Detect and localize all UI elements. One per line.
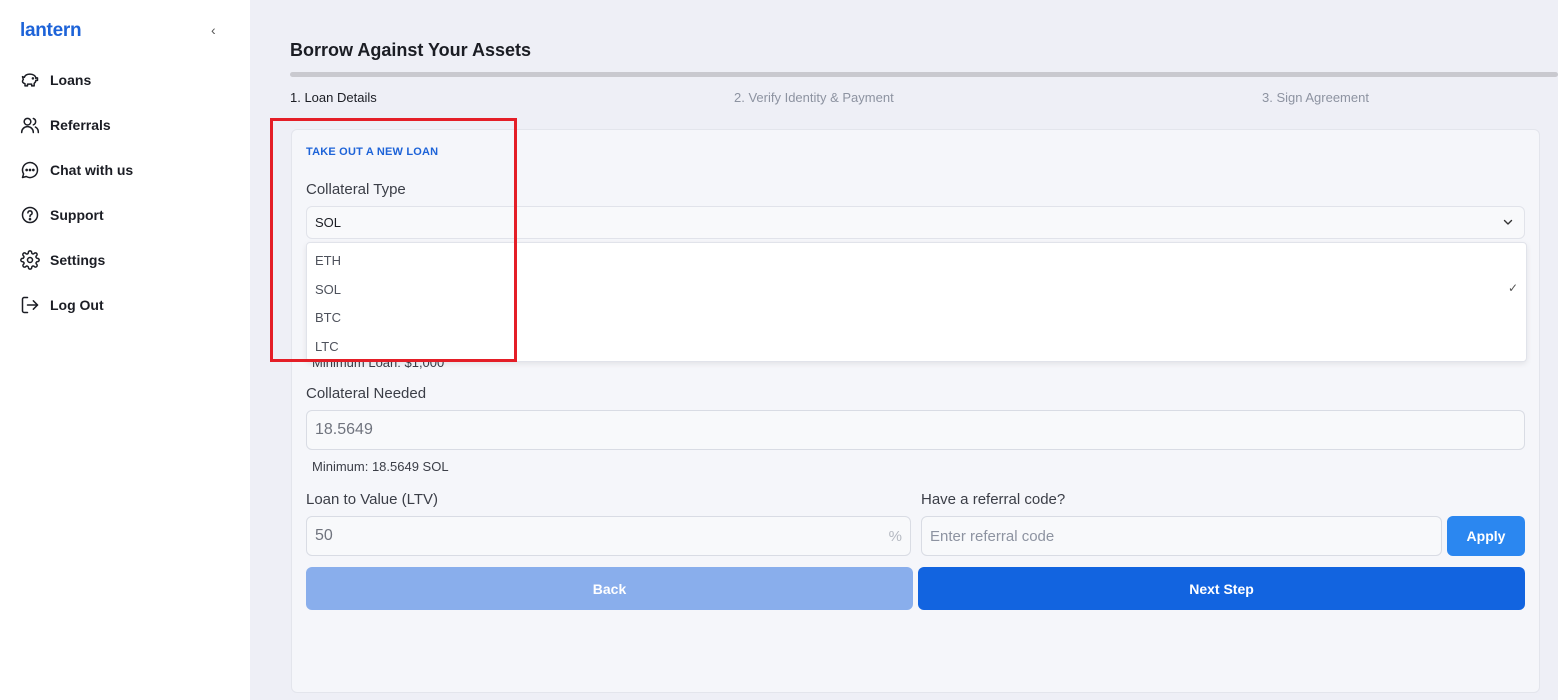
sidebar-item-label: Settings	[50, 252, 106, 268]
percent-suffix: %	[888, 528, 902, 545]
logout-icon	[20, 295, 40, 315]
app-logo[interactable]: lantern	[20, 20, 82, 42]
collateral-type-label: Collateral Type	[306, 181, 406, 198]
sidebar-item-label: Log Out	[50, 297, 104, 313]
sidebar-item-logout[interactable]: Log Out	[20, 291, 230, 319]
sidebar: lantern ‹ Loans Referrals Chat with us S…	[0, 0, 250, 700]
sidebar-item-label: Chat with us	[50, 162, 134, 178]
referral-label: Have a referral code?	[921, 491, 1066, 508]
sidebar-nav: Loans Referrals Chat with us Support Set…	[20, 66, 230, 336]
sidebar-item-label: Support	[50, 207, 104, 223]
apply-referral-button[interactable]: Apply	[1447, 516, 1525, 556]
sidebar-item-referrals[interactable]: Referrals	[20, 111, 230, 139]
back-button[interactable]: Back	[306, 567, 913, 610]
ltv-input[interactable]: 50 %	[306, 516, 911, 556]
chat-bubble-icon	[20, 160, 40, 180]
help-circle-icon	[20, 205, 40, 225]
collateral-type-value: SOL	[315, 215, 342, 230]
ltv-value: 50	[315, 527, 333, 544]
referral-code-input[interactable]: Enter referral code	[921, 516, 1442, 556]
step-verify-identity: 2. Verify Identity & Payment	[734, 90, 894, 105]
dropdown-option-eth[interactable]: ETH	[315, 253, 341, 268]
collateral-minimum-hint: Minimum: 18.5649 SOL	[312, 459, 449, 474]
step-sign-agreement: 3. Sign Agreement	[1262, 90, 1369, 105]
step-progress-bar	[290, 72, 1558, 77]
collateral-needed-label: Collateral Needed	[306, 385, 427, 402]
sidebar-item-loans[interactable]: Loans	[20, 66, 230, 94]
collateral-needed-input[interactable]: 18.5649	[306, 410, 1525, 450]
sidebar-item-support[interactable]: Support	[20, 201, 230, 229]
dropdown-option-sol[interactable]: SOL	[315, 282, 341, 297]
sidebar-item-label: Referrals	[50, 117, 111, 133]
piggy-bank-icon	[20, 70, 40, 90]
step-loan-details: 1. Loan Details	[290, 90, 377, 105]
gear-icon	[20, 250, 40, 270]
sidebar-item-label: Loans	[50, 72, 92, 88]
dropdown-option-ltc[interactable]: LTC	[315, 339, 339, 354]
collateral-type-dropdown: ETH SOL BTC LTC ✓	[306, 242, 1527, 362]
users-icon	[20, 115, 40, 135]
dropdown-option-btc[interactable]: BTC	[315, 310, 341, 325]
collateral-type-select[interactable]: SOL	[306, 206, 1525, 239]
sidebar-item-chat[interactable]: Chat with us	[20, 156, 230, 184]
section-title: TAKE OUT A NEW LOAN	[306, 146, 439, 158]
check-icon: ✓	[1507, 281, 1518, 295]
chevron-down-icon	[1503, 219, 1513, 225]
collapse-sidebar-button[interactable]: ‹	[211, 22, 216, 38]
next-step-button[interactable]: Next Step	[918, 567, 1525, 610]
ltv-label: Loan to Value (LTV)	[306, 491, 439, 508]
sidebar-item-settings[interactable]: Settings	[20, 246, 230, 274]
page-title: Borrow Against Your Assets	[290, 40, 532, 60]
